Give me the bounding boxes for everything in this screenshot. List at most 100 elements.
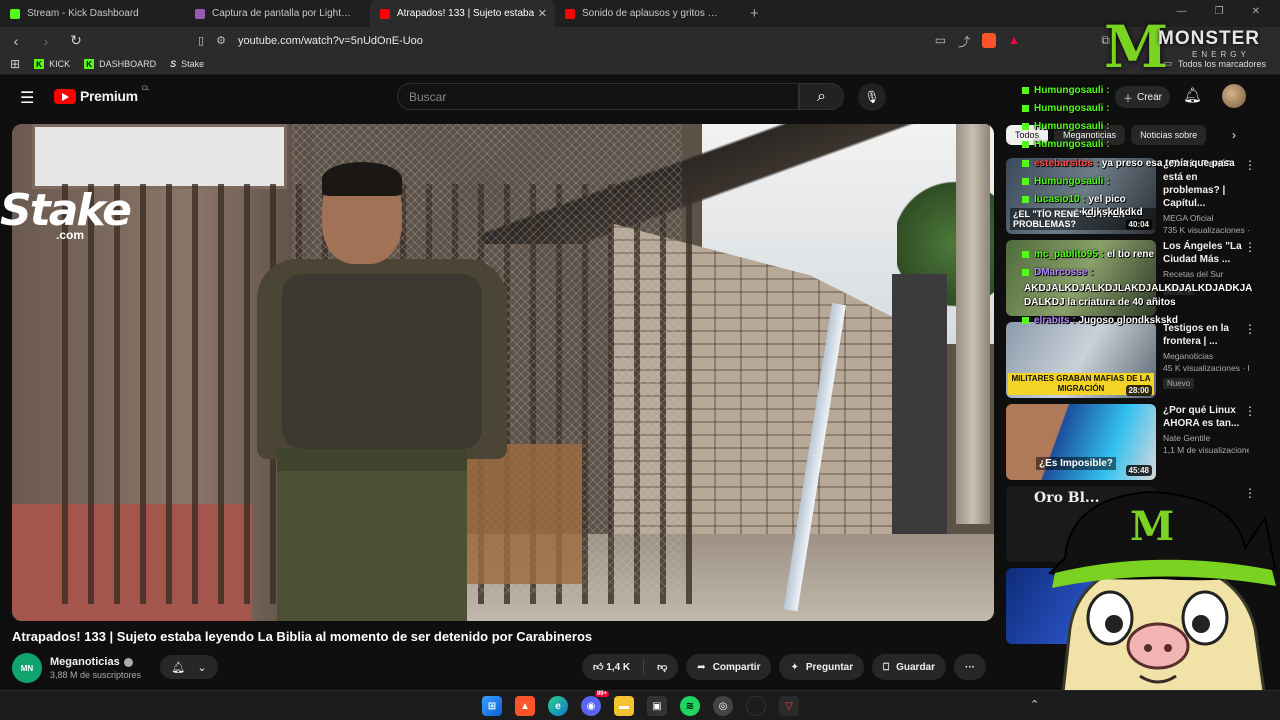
discord-badge: 99+ <box>594 691 609 697</box>
like-count: 1,4 K <box>606 662 631 673</box>
more-actions-button[interactable]: ··· <box>954 654 987 680</box>
monster-energy-logo: M MONSTER ENERGY <box>1100 14 1280 84</box>
more-label: ··· <box>965 661 976 673</box>
monster-wordmark: MONSTER <box>1158 28 1260 49</box>
channel-name[interactable]: Meganoticias <box>50 656 120 668</box>
edge-icon[interactable]: e <box>548 696 568 716</box>
subscription-bell-button[interactable]: 🔔︎ ⌄ <box>160 655 218 679</box>
url-field[interactable]: ▯ ⚙ youtube.com/watch?v=5nUdOnE-Uoo <box>198 34 423 48</box>
channel-name[interactable]: MEGA Oficial <box>1163 213 1249 223</box>
tab-sonido-aplausos[interactable]: Sonido de aplausos y gritos del p <box>555 0 740 27</box>
list-item[interactable]: MILITARES GRABAN MAFIAS DE LA MIGRACIÓN … <box>1006 322 1256 398</box>
video-title[interactable]: Los Ángeles "La Ciudad Más ... <box>1163 240 1249 266</box>
officer-vest <box>282 274 482 449</box>
forward-icon[interactable]: › <box>38 33 54 49</box>
folder-icon[interactable]: ▬ <box>614 696 634 716</box>
apps-grid-icon[interactable]: ⊞ <box>10 57 20 71</box>
more-vert-icon[interactable]: ⋮ <box>1244 322 1256 336</box>
back-icon[interactable]: ‹ <box>8 33 24 49</box>
windows-icon[interactable]: ⊞ <box>482 696 502 716</box>
search-input[interactable]: Buscar <box>397 83 799 110</box>
channel-name[interactable]: Meganoticias <box>1163 351 1249 361</box>
video-thumbnail[interactable]: ¿Es Imposible? 45:48 <box>1006 404 1156 480</box>
tab-lightshot[interactable]: Captura de pantalla por Lightshot <box>185 0 370 27</box>
create-label: Crear <box>1137 91 1163 103</box>
kick-badge-icon <box>1022 122 1029 130</box>
close-tab-icon[interactable]: ✕ <box>538 7 547 20</box>
brave-icon[interactable]: ▲ <box>515 696 535 716</box>
plus-icon: ＋ <box>1123 93 1133 105</box>
chat-username: estebarsitos : <box>1034 158 1100 169</box>
chip-noticias[interactable]: Noticias sobre <box>1131 125 1207 145</box>
notifications-bell-icon[interactable]: 🔔︎ <box>1183 86 1202 104</box>
video-scene-officer <box>237 162 507 621</box>
tab-youtube-video-active[interactable]: Atrapados! 133 | Sujeto estaba ✕ <box>370 0 555 27</box>
avatar[interactable] <box>1222 84 1246 108</box>
channel-info[interactable]: MN Meganoticias 3,88 M de suscriptores <box>12 653 141 683</box>
more-vert-icon[interactable]: ⋮ <box>1244 240 1256 254</box>
discord-icon[interactable]: ◉ 99+ <box>581 691 609 716</box>
view-count: 1,1 M de visualizaciones <box>1163 445 1249 455</box>
premium-wordmark: Premium <box>80 88 138 104</box>
ask-button[interactable]: ✦ Preguntar <box>779 654 865 680</box>
video-title[interactable]: ¿Por qué Linux AHORA es tan... <box>1163 404 1249 430</box>
spotify-icon[interactable]: ≋ <box>680 696 700 716</box>
url-text[interactable]: youtube.com/watch?v=5nUdOnE-Uoo <box>238 35 423 47</box>
more-vert-icon[interactable]: ⋮ <box>1244 404 1256 418</box>
app-icon[interactable]: ▽ <box>779 696 799 716</box>
save-button[interactable]: ⎕ Guardar <box>872 654 947 680</box>
cast-icon[interactable]: ▭ <box>935 33 946 50</box>
reload-icon[interactable]: ↻ <box>68 32 84 49</box>
view-count: 45 K visualizaciones · h <box>1163 363 1249 373</box>
bookmark-stake[interactable]: S Stake <box>170 59 204 69</box>
media-icon[interactable]: ▣ <box>647 696 667 716</box>
chevron-down-icon: ⌄ <box>197 661 207 674</box>
menu-icon[interactable]: ☰ <box>20 88 34 108</box>
bookmark-kick[interactable]: K KICK <box>34 59 70 69</box>
voice-search-button[interactable]: 🎙︎ <box>858 83 886 111</box>
brave-rewards-icon[interactable]: ▲ <box>1008 33 1020 50</box>
tab-kick-dashboard[interactable]: Stream - Kick Dashboard <box>0 0 185 27</box>
youtube-favicon-icon <box>565 8 575 19</box>
chat-text: ya preso esa tenía que pasa <box>1101 158 1235 169</box>
tab-title: Sonido de aplausos y gritos del p <box>582 8 722 19</box>
kick-badge-icon <box>1022 316 1029 324</box>
chat-username: Humungosauli : <box>1034 85 1110 96</box>
chat-username: lucasio10 : <box>1034 194 1086 205</box>
blank-icon[interactable] <box>746 696 766 716</box>
brave-shields-icon[interactable] <box>982 33 997 48</box>
officer-belt <box>277 449 467 471</box>
chrome-icon[interactable]: ◎ <box>713 696 733 716</box>
video-thumbnail[interactable]: MILITARES GRABAN MAFIAS DE LA MIGRACIÓN … <box>1006 322 1156 398</box>
channel-name[interactable]: Nate Gentile <box>1163 433 1249 443</box>
chat-message: kdjkskdkdkd <box>1082 207 1143 218</box>
chat-message: estebarsitos : ya preso esa tenía que pa… <box>1022 158 1235 169</box>
chat-message: Humungosauli : <box>1022 139 1110 150</box>
list-item[interactable]: ¿Es Imposible? 45:48 ¿Por qué Linux AHOR… <box>1006 404 1256 480</box>
verified-icon <box>123 657 133 667</box>
chat-username: Humungosauli : <box>1034 121 1110 132</box>
site-settings-icon[interactable]: ⚙ <box>216 34 226 47</box>
video-meta: ¿El "tío René" está en problemas? | Capí… <box>1163 158 1249 235</box>
chevron-right-icon[interactable]: › <box>1232 128 1236 142</box>
youtube-logo[interactable]: Premium CL <box>54 86 149 104</box>
chat-message: Humungosauli : <box>1022 103 1110 114</box>
create-button[interactable]: ＋ Crear <box>1115 86 1171 108</box>
bookmark-label: KICK <box>49 59 71 69</box>
share-button[interactable]: ➦ Compartir <box>686 654 772 680</box>
chat-message: DMarcosse : <box>1022 267 1093 278</box>
chevron-up-icon[interactable]: ⌃ <box>1030 698 1039 711</box>
video-player[interactable]: ≋ <box>12 124 994 621</box>
more-vert-icon[interactable]: ⋮ <box>1244 158 1256 172</box>
chat-message: lucasio10 : yel pico <box>1022 194 1126 205</box>
bookmark-page-icon[interactable]: ▯ <box>198 34 204 47</box>
kick-icon: K <box>84 59 95 69</box>
share-icon[interactable]: ⤴ <box>958 33 970 50</box>
bookmark-dashboard[interactable]: K DASHBOARD <box>84 59 156 69</box>
like-button[interactable]: 👍︎ 1,4 K <box>593 661 630 673</box>
search-button[interactable]: ⌕ <box>799 83 844 110</box>
dislike-icon[interactable]: 👎︎ <box>657 661 667 673</box>
channel-avatar[interactable]: MN <box>12 653 42 683</box>
channel-name[interactable]: Recetas del Sur <box>1163 269 1249 279</box>
new-tab-button[interactable]: + <box>740 5 769 22</box>
